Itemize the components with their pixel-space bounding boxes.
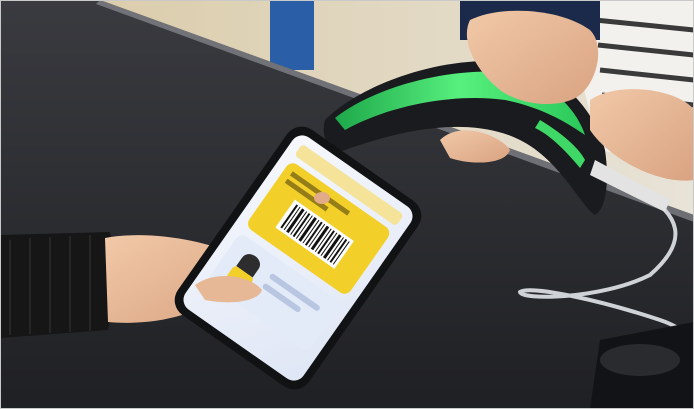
customer-sleeve — [0, 232, 114, 338]
blue-post — [270, 0, 314, 70]
photo-checkout-scan — [0, 0, 694, 409]
customer-fingertip — [314, 192, 330, 204]
photo-canvas — [0, 0, 694, 409]
